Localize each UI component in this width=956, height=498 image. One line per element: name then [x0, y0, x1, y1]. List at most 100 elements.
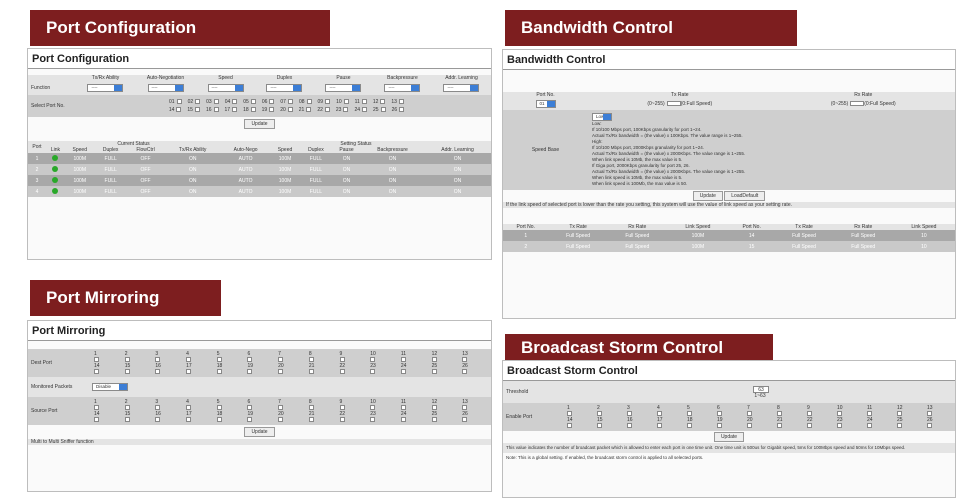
broadcast-port-checkbox[interactable] — [627, 411, 632, 417]
source-port-checkbox[interactable] — [216, 405, 222, 411]
source-port-checkbox[interactable] — [247, 417, 253, 423]
autoneg-select[interactable]: ---- — [147, 84, 184, 92]
config-port-checkbox[interactable] — [250, 107, 256, 113]
broadcast-port-checkbox[interactable] — [897, 411, 902, 417]
broadcast-port-checkbox[interactable] — [747, 411, 752, 417]
load-default-button[interactable]: LoadDefault — [724, 191, 766, 201]
config-port-checkbox[interactable] — [324, 107, 330, 113]
broadcast-port-checkbox[interactable] — [567, 423, 572, 429]
source-port-checkbox[interactable] — [339, 417, 345, 423]
config-port-checkbox[interactable] — [287, 99, 293, 105]
source-port-checkbox[interactable] — [462, 417, 468, 423]
broadcast-port-checkbox[interactable] — [777, 423, 782, 429]
config-port-checkbox[interactable] — [343, 107, 349, 113]
broadcast-port-checkbox[interactable] — [927, 423, 932, 429]
dest-port-checkbox[interactable] — [278, 369, 284, 375]
speed-base-select[interactable]: Low — [592, 113, 612, 121]
duplex-select[interactable]: ---- — [266, 84, 303, 92]
broadcast-port-checkbox[interactable] — [717, 411, 722, 417]
source-port-checkbox[interactable] — [400, 405, 406, 411]
broadcast-port-checkbox[interactable] — [867, 411, 872, 417]
addr-learning-select[interactable]: ---- — [443, 84, 480, 92]
config-port-checkbox[interactable] — [176, 107, 182, 113]
source-port-checkbox[interactable] — [278, 417, 284, 423]
broadcast-port-checkbox[interactable] — [867, 423, 872, 429]
source-port-checkbox[interactable] — [278, 405, 284, 411]
config-port-checkbox[interactable] — [213, 107, 219, 113]
config-port-checkbox[interactable] — [361, 99, 367, 105]
dest-port-checkbox[interactable] — [370, 357, 376, 363]
dest-port-checkbox[interactable] — [124, 369, 130, 375]
config-port-checkbox[interactable] — [213, 99, 219, 105]
config-port-checkbox[interactable] — [398, 99, 404, 105]
broadcast-port-checkbox[interactable] — [837, 423, 842, 429]
source-port-checkbox[interactable] — [400, 417, 406, 423]
source-port-checkbox[interactable] — [155, 405, 161, 411]
config-port-checkbox[interactable] — [306, 99, 312, 105]
update-button[interactable]: Update — [713, 432, 745, 442]
config-port-checkbox[interactable] — [232, 99, 238, 105]
source-port-checkbox[interactable] — [94, 405, 99, 411]
source-port-checkbox[interactable] — [370, 405, 376, 411]
config-port-checkbox[interactable] — [306, 107, 312, 113]
broadcast-port-checkbox[interactable] — [717, 423, 722, 429]
speed-select[interactable]: ---- — [207, 84, 244, 92]
dest-port-checkbox[interactable] — [155, 369, 161, 375]
broadcast-port-checkbox[interactable] — [927, 411, 932, 417]
config-port-checkbox[interactable] — [399, 107, 405, 113]
dest-port-checkbox[interactable] — [216, 357, 222, 363]
source-port-checkbox[interactable] — [462, 405, 468, 411]
port-no-select[interactable]: 01 — [535, 100, 556, 108]
dest-port-checkbox[interactable] — [216, 369, 222, 375]
dest-port-checkbox[interactable] — [94, 357, 99, 363]
source-port-checkbox[interactable] — [186, 417, 192, 423]
broadcast-port-checkbox[interactable] — [807, 423, 812, 429]
source-port-checkbox[interactable] — [155, 417, 161, 423]
config-port-checkbox[interactable] — [195, 99, 201, 105]
broadcast-port-checkbox[interactable] — [597, 423, 602, 429]
dest-port-checkbox[interactable] — [155, 357, 161, 363]
broadcast-port-checkbox[interactable] — [657, 411, 662, 417]
broadcast-port-checkbox[interactable] — [807, 411, 812, 417]
config-port-checkbox[interactable] — [194, 107, 200, 113]
dest-port-checkbox[interactable] — [400, 357, 406, 363]
update-button[interactable]: Update — [244, 427, 275, 437]
source-port-checkbox[interactable] — [94, 417, 99, 423]
config-port-checkbox[interactable] — [269, 99, 275, 105]
source-port-checkbox[interactable] — [124, 405, 130, 411]
config-port-checkbox[interactable] — [343, 99, 349, 105]
broadcast-port-checkbox[interactable] — [687, 423, 692, 429]
source-port-checkbox[interactable] — [308, 417, 314, 423]
config-port-checkbox[interactable] — [325, 99, 331, 105]
dest-port-checkbox[interactable] — [462, 357, 468, 363]
broadcast-port-checkbox[interactable] — [597, 411, 602, 417]
broadcast-port-checkbox[interactable] — [837, 411, 842, 417]
dest-port-checkbox[interactable] — [431, 357, 437, 363]
update-button[interactable]: Update — [692, 191, 723, 201]
pause-select[interactable]: ---- — [325, 84, 362, 92]
dest-port-checkbox[interactable] — [431, 369, 437, 375]
source-port-checkbox[interactable] — [431, 417, 437, 423]
broadcast-port-checkbox[interactable] — [897, 423, 902, 429]
broadcast-port-checkbox[interactable] — [657, 423, 662, 429]
source-port-checkbox[interactable] — [216, 417, 222, 423]
config-port-checkbox[interactable] — [380, 107, 386, 113]
config-port-checkbox[interactable] — [250, 99, 256, 105]
config-port-checkbox[interactable] — [269, 107, 275, 113]
broadcast-port-checkbox[interactable] — [567, 411, 572, 417]
tx-rate-input[interactable] — [666, 101, 681, 107]
config-port-checkbox[interactable] — [232, 107, 238, 113]
dest-port-checkbox[interactable] — [247, 369, 253, 375]
dest-port-checkbox[interactable] — [278, 357, 284, 363]
txrx-select[interactable]: ---- — [87, 84, 124, 92]
dest-port-checkbox[interactable] — [308, 369, 314, 375]
dest-port-checkbox[interactable] — [124, 357, 130, 363]
config-port-checkbox[interactable] — [287, 107, 293, 113]
config-port-checkbox[interactable] — [362, 107, 368, 113]
rx-rate-input[interactable] — [850, 101, 865, 107]
dest-port-checkbox[interactable] — [186, 357, 192, 363]
threshold-input[interactable]: 63 — [753, 385, 769, 393]
source-port-checkbox[interactable] — [370, 417, 376, 423]
dest-port-checkbox[interactable] — [370, 369, 376, 375]
dest-port-checkbox[interactable] — [339, 357, 345, 363]
